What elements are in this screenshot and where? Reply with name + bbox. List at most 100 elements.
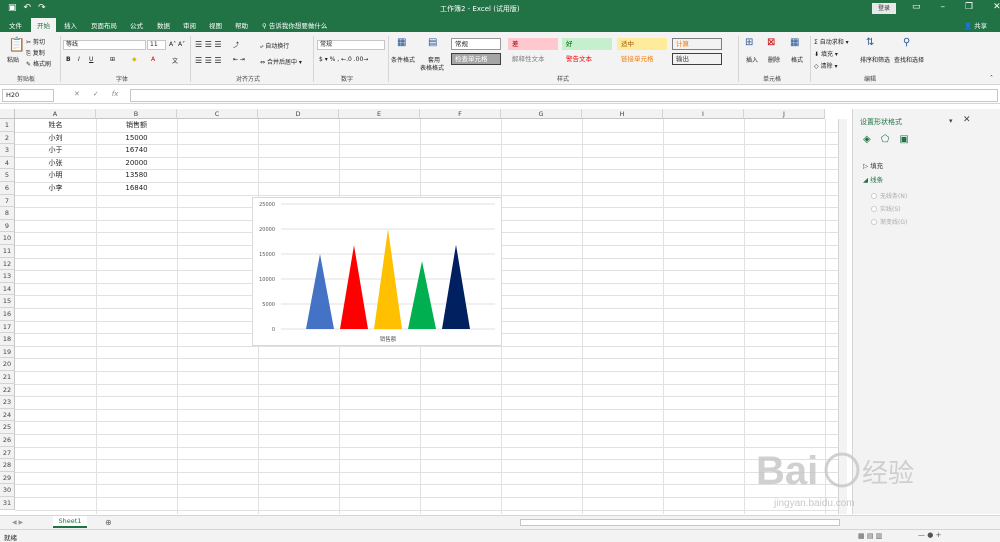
row-header-22[interactable]: 22: [0, 383, 15, 397]
orientation-button[interactable]: ⤴: [233, 40, 239, 49]
data-cell[interactable]: 15000: [96, 132, 177, 145]
tab-review[interactable]: 审阅: [183, 20, 196, 30]
cell-style-0[interactable]: 常规: [451, 38, 501, 50]
tell-me-search[interactable]: ⚲ 告诉我你想要做什么: [262, 20, 327, 30]
row-header-28[interactable]: 28: [0, 459, 15, 472]
row-header-4[interactable]: 4: [0, 156, 15, 170]
format-as-table-icon[interactable]: ▤: [428, 37, 437, 48]
indent-buttons[interactable]: ⇤ ⇥: [233, 56, 245, 63]
row-header-27[interactable]: 27: [0, 446, 15, 460]
restore-icon[interactable]: ❐: [965, 2, 973, 12]
share-button[interactable]: 👤 共享: [964, 20, 987, 30]
delete-cells-button[interactable]: 删除: [768, 55, 780, 64]
data-cell[interactable]: 16740: [96, 144, 177, 157]
header-cell[interactable]: 姓名: [15, 119, 96, 132]
row-header-16[interactable]: 16: [0, 308, 15, 321]
data-cell[interactable]: 20000: [96, 157, 177, 170]
cell-style-2[interactable]: 好: [562, 38, 612, 50]
chart[interactable]: 0 5000 10000 15000 20000 25000 销售额: [252, 197, 502, 346]
row-header-29[interactable]: 29: [0, 471, 15, 485]
chart-bar-小李[interactable]: [442, 244, 470, 329]
cell-style-4[interactable]: 计算: [672, 38, 722, 50]
cell-style-6[interactable]: 解释性文本: [508, 53, 558, 65]
row-header-14[interactable]: 14: [0, 282, 15, 296]
cut-button[interactable]: ✂ 剪切: [26, 37, 45, 46]
column-header-I[interactable]: I: [663, 109, 744, 119]
copy-button[interactable]: ⎘ 复制: [26, 48, 45, 58]
row-header-30[interactable]: 30: [0, 484, 15, 497]
row-header-15[interactable]: 15: [0, 295, 15, 308]
font-color-button[interactable]: A: [151, 56, 155, 63]
row-header-1[interactable]: 1: [0, 119, 15, 132]
row-header-24[interactable]: 24: [0, 408, 15, 422]
undo-icon[interactable]: ↶: [24, 3, 32, 13]
row-header-26[interactable]: 26: [0, 434, 15, 447]
cell-style-9[interactable]: 输出: [672, 53, 722, 65]
row-header-3[interactable]: 3: [0, 144, 15, 157]
row-header-13[interactable]: 13: [0, 270, 15, 283]
format-cells-icon[interactable]: ▦: [790, 37, 799, 48]
insert-cells-button[interactable]: 插入: [746, 55, 758, 64]
add-sheet-icon[interactable]: ⊕: [105, 518, 112, 527]
conditional-format-icon[interactable]: ▦: [397, 37, 406, 48]
column-header-C[interactable]: C: [177, 109, 258, 119]
row-header-7[interactable]: 7: [0, 194, 15, 208]
font-grow-shrink[interactable]: A˄ A˅: [169, 41, 185, 48]
format-cells-button[interactable]: 格式: [791, 55, 803, 64]
clear-button[interactable]: ◇ 清除 ▾: [814, 61, 837, 70]
insert-function-button[interactable]: fx: [112, 90, 119, 98]
minimize-icon[interactable]: –: [941, 2, 946, 12]
cell-style-7[interactable]: 警告文本: [562, 53, 612, 65]
row-header-17[interactable]: 17: [0, 320, 15, 334]
data-cell[interactable]: 小张: [15, 157, 96, 170]
number-format-select[interactable]: 常规: [317, 40, 385, 50]
data-cell[interactable]: 小李: [15, 182, 96, 195]
chart-bar-小刘[interactable]: [306, 254, 334, 329]
tab-page-layout[interactable]: 页面布局: [91, 20, 117, 30]
chart-bar-小明[interactable]: [408, 261, 436, 329]
find-select-icon[interactable]: ⚲: [903, 37, 910, 48]
ribbon-display-icon[interactable]: ▭: [912, 2, 921, 12]
wrap-text-button[interactable]: ⤶ 自动换行: [260, 41, 289, 51]
panel-menu-icon[interactable]: ▾: [949, 117, 953, 125]
tab-help[interactable]: 帮助: [235, 20, 248, 30]
column-header-H[interactable]: H: [582, 109, 663, 119]
delete-cells-icon[interactable]: ⊠: [767, 37, 775, 48]
number-format-buttons[interactable]: $ ▾ % , ←.0 .00→: [319, 56, 368, 63]
tab-home[interactable]: 开始: [31, 18, 56, 32]
zoom-slider[interactable]: — ● +: [918, 531, 941, 539]
data-cell[interactable]: 小于: [15, 144, 96, 157]
fill-color-button[interactable]: ◆: [132, 56, 137, 63]
sheet-tab[interactable]: Sheet1: [53, 516, 87, 528]
row-header-23[interactable]: 23: [0, 396, 15, 409]
tab-insert[interactable]: 插入: [64, 20, 77, 30]
underline-button[interactable]: U: [89, 56, 93, 63]
view-buttons[interactable]: ▦ ▤ ▥: [858, 532, 882, 540]
column-header-B[interactable]: B: [96, 109, 177, 119]
bold-button[interactable]: B: [66, 56, 71, 63]
column-header-E[interactable]: E: [339, 109, 420, 119]
effects-icon[interactable]: ⬠: [881, 134, 890, 145]
sort-filter-icon[interactable]: ⇅: [866, 37, 874, 48]
tab-data[interactable]: 数据: [157, 20, 170, 30]
column-header-J[interactable]: J: [744, 109, 825, 119]
chart-bar-小于[interactable]: [340, 245, 368, 329]
size-properties-icon[interactable]: ▣: [899, 134, 908, 145]
paste-button[interactable]: 粘贴: [7, 55, 19, 64]
row-header-25[interactable]: 25: [0, 421, 15, 434]
gradient-line-option[interactable]: 渐变线(G): [871, 217, 907, 226]
formula-input[interactable]: [130, 89, 998, 102]
no-line-option[interactable]: 无线条(N): [871, 191, 907, 200]
data-cell[interactable]: 小明: [15, 169, 96, 182]
column-header-D[interactable]: D: [258, 109, 339, 119]
row-header-10[interactable]: 10: [0, 232, 15, 245]
format-painter-button[interactable]: ✎ 格式刷: [26, 59, 51, 68]
align-top-buttons[interactable]: ☰ ☰ ☰: [195, 40, 222, 49]
font-size-select[interactable]: 11: [147, 40, 166, 50]
format-as-table-button-2[interactable]: 表格格式: [420, 63, 444, 72]
cell-style-5[interactable]: 检查单元格: [451, 53, 501, 65]
row-header-18[interactable]: 18: [0, 333, 15, 346]
cell-style-8[interactable]: 链接单元格: [617, 53, 667, 65]
name-box[interactable]: H20: [2, 89, 54, 102]
insert-cells-icon[interactable]: ⊞: [745, 37, 753, 48]
